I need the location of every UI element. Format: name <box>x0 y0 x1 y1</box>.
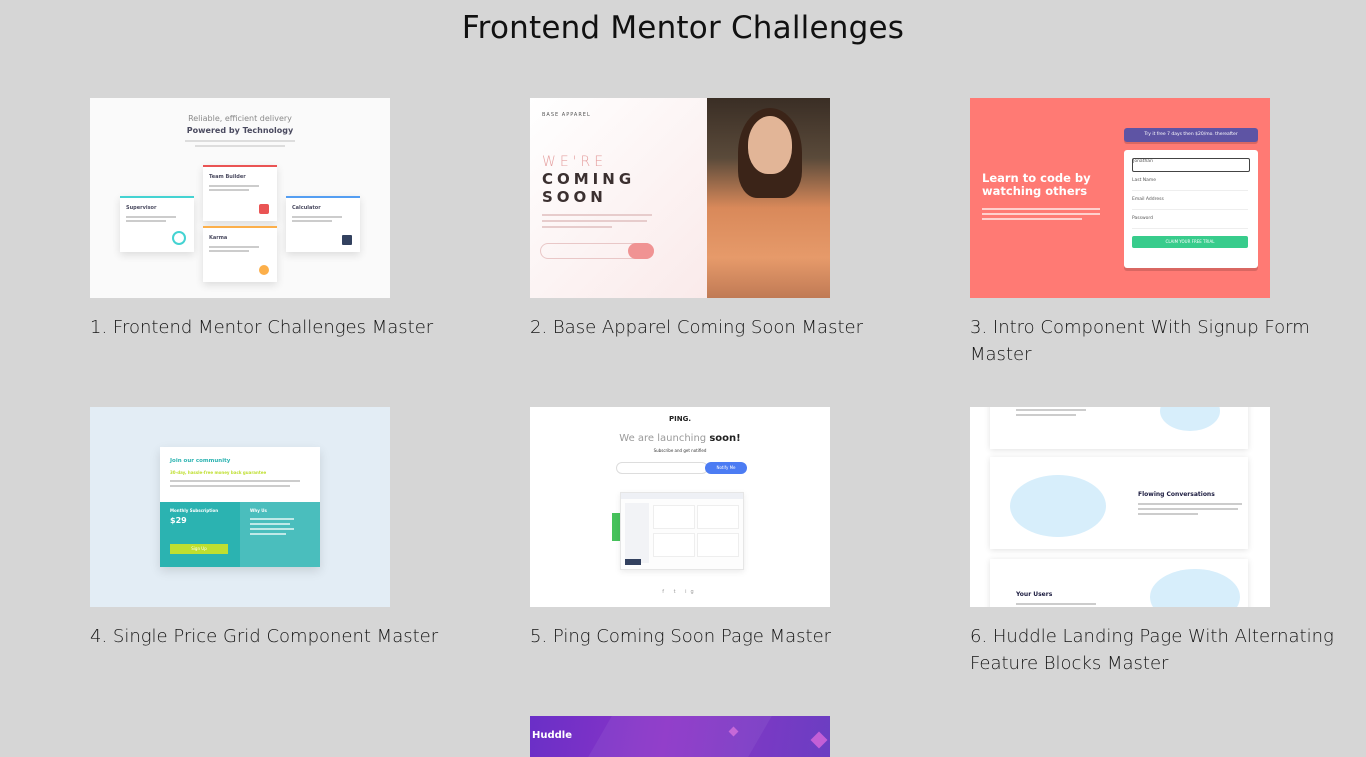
project-thumbnail[interactable]: Learn to code by watching others Try it … <box>970 98 1270 298</box>
project-thumbnail[interactable]: PING. We are launching soon! Subscribe a… <box>530 407 830 607</box>
preview-text: Flowing Conversations <box>1138 491 1215 498</box>
preview-text: Powered by Technology <box>186 126 294 135</box>
preview-banner: Try it free 7 days then $20/mo. thereaft… <box>1124 128 1258 142</box>
project-card: Flowing Conversations Your Users 6. Hudd… <box>970 407 1334 677</box>
project-card: Join our community 30-day, hassle-free m… <box>90 407 450 650</box>
project-card: BASE APPAREL WE'RE COMING SOON 2. Base A… <box>530 98 890 341</box>
project-title[interactable]: 3. Intro Component With Signup Form Mast… <box>970 314 1350 368</box>
preview-text: Reliable, efficient delivery <box>188 114 292 123</box>
preview-social: f t ig <box>662 589 698 595</box>
project-card: Huddle <box>530 716 890 757</box>
preview-text: Your Users <box>1016 591 1053 598</box>
preview-text: Learn to code by watching others <box>982 171 1091 198</box>
preview-pricing-card: Join our community 30-day, hassle-free m… <box>160 447 320 567</box>
project-thumbnail[interactable]: BASE APPAREL WE'RE COMING SOON <box>530 98 830 298</box>
project-title[interactable]: 1. Frontend Mentor Challenges Master <box>90 314 470 341</box>
project-title[interactable]: 5. Ping Coming Soon Page Master <box>530 623 910 650</box>
preview-logo: Huddle <box>532 730 573 741</box>
project-thumbnail[interactable]: Reliable, efficient delivery Powered by … <box>90 98 390 298</box>
preview-logo: PING. <box>669 415 691 423</box>
preview-card: Team Builder <box>203 165 277 221</box>
preview-logo: BASE APPAREL <box>542 112 591 118</box>
preview-text: We are launching soon! <box>619 433 741 444</box>
preview-card: Supervisor <box>120 196 194 252</box>
project-thumbnail[interactable]: Join our community 30-day, hassle-free m… <box>90 407 390 607</box>
preview-text: SOON <box>542 188 607 206</box>
preview-form: Jonathan Last Name Email Address Passwor… <box>1124 150 1258 268</box>
project-card: Learn to code by watching others Try it … <box>970 98 1330 368</box>
preview-text: WE'RE <box>542 154 608 170</box>
project-title[interactable]: 6. Huddle Landing Page With Alternating … <box>970 623 1350 677</box>
preview-card: Karma <box>203 226 277 282</box>
preview-dashboard <box>620 492 744 570</box>
project-thumbnail[interactable]: Flowing Conversations Your Users <box>970 407 1270 607</box>
preview-text: Subscribe and get notified <box>653 448 707 453</box>
project-title[interactable]: 4. Single Price Grid Component Master <box>90 623 470 650</box>
preview-button <box>628 243 654 259</box>
project-title[interactable]: 2. Base Apparel Coming Soon Master <box>530 314 910 341</box>
project-card: PING. We are launching soon! Subscribe a… <box>530 407 890 650</box>
project-card: Reliable, efficient delivery Powered by … <box>90 98 450 341</box>
page-title: Frontend Mentor Challenges <box>461 10 905 46</box>
project-thumbnail[interactable]: Huddle <box>530 716 830 757</box>
preview-text: COMING <box>542 170 636 188</box>
preview-card: Calculator <box>286 196 360 252</box>
